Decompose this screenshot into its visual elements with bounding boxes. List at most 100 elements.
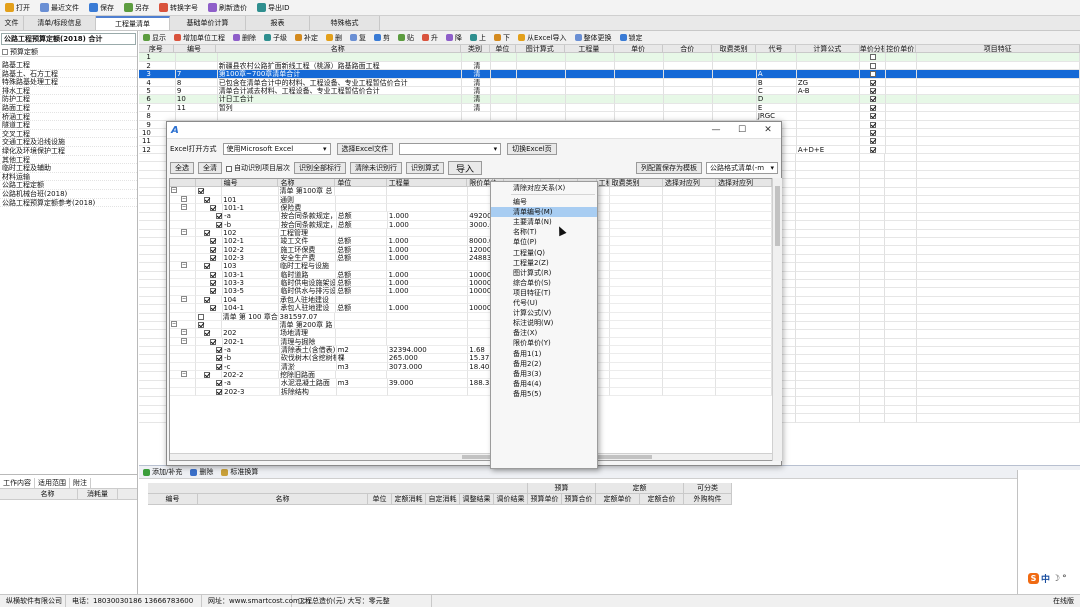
excel-preview-cell[interactable] [716, 295, 772, 305]
bill-grid-cell[interactable] [664, 70, 714, 79]
quota-grid-col-header[interactable]: 编号 [148, 494, 198, 505]
excel-preview-cell[interactable] [195, 220, 224, 230]
bill-grid-cell[interactable] [462, 112, 492, 121]
bill-grid-cell[interactable] [859, 196, 886, 205]
excel-preview-cell[interactable] [335, 320, 387, 330]
bill-grid-cell[interactable] [885, 288, 917, 297]
excel-preview-cell[interactable] [335, 370, 388, 380]
row-import-checkbox[interactable] [215, 213, 222, 220]
bill-grid-cell[interactable] [916, 305, 1080, 314]
excel-preview-cell[interactable] [716, 304, 772, 313]
excel-preview-cell[interactable]: 总额 [336, 220, 388, 230]
bill-grid-cell[interactable]: 8 [175, 78, 218, 87]
excel-preview-cell[interactable] [170, 245, 196, 255]
quota-chapter-item[interactable]: 临时工程及辅助 [0, 164, 137, 173]
bill-grid-cell[interactable] [885, 128, 917, 138]
excel-preview-cell[interactable] [663, 245, 717, 255]
excel-preview-cell[interactable]: 202-1 [222, 337, 280, 346]
row-import-checkbox[interactable] [197, 313, 204, 320]
excel-preview-cell[interactable] [195, 362, 224, 371]
bill-grid-cell[interactable] [664, 103, 714, 113]
excel-preview-cell[interactable] [663, 220, 717, 230]
excel-preview-col-header[interactable]: 编号 [221, 179, 279, 188]
bill-grid-cell[interactable] [491, 53, 517, 62]
bill-grid-cell[interactable] [859, 372, 886, 381]
row-import-checkbox[interactable] [215, 346, 222, 353]
excel-preview-cell[interactable]: 102 [222, 229, 279, 238]
excel-preview-cell[interactable]: − [170, 204, 196, 213]
grid-toolbar-move-down-button[interactable]: 下 [490, 31, 514, 45]
excel-preview-cell[interactable]: 103 [222, 262, 279, 271]
bill-grid-cell[interactable] [885, 237, 917, 247]
excel-preview-cell[interactable] [662, 262, 717, 271]
bill-grid-cell[interactable] [516, 112, 566, 121]
bill-grid-cell[interactable]: 暂列 [217, 103, 463, 113]
bill-grid-cell[interactable] [796, 330, 860, 339]
context-menu-item[interactable]: 清单编号(M) [491, 207, 597, 218]
excel-preview-cell[interactable] [195, 304, 223, 313]
bill-grid-cell[interactable] [859, 187, 886, 197]
bill-grid-cell[interactable] [916, 229, 1080, 238]
bill-grid-cell[interactable]: 1 [139, 53, 176, 62]
bill-grid-cell[interactable]: 清 [462, 95, 492, 104]
unit-price-analysis-checkbox[interactable] [870, 113, 877, 120]
excel-preview-col-header[interactable]: 工程量 [596, 179, 610, 188]
bill-grid-cell[interactable] [885, 405, 917, 415]
bill-grid-cell[interactable] [916, 86, 1080, 96]
excel-preview-cell[interactable] [221, 320, 279, 330]
bill-grid-cell[interactable] [796, 288, 860, 297]
excel-preview-col-header[interactable]: 选择对应列 [662, 179, 717, 188]
bill-grid-cell[interactable]: B [756, 78, 797, 87]
excel-preview-cell[interactable] [170, 379, 196, 388]
bill-grid-cell[interactable] [615, 78, 665, 87]
excel-preview-cell[interactable] [609, 270, 663, 280]
file-path-select[interactable]: ▾ [399, 143, 502, 155]
excel-preview-cell[interactable] [610, 345, 664, 355]
row-import-checkbox[interactable] [209, 305, 216, 312]
maximize-button[interactable]: ☐ [729, 122, 755, 138]
excel-preview-cell[interactable]: 101-1 [222, 204, 280, 213]
excel-preview-cell[interactable] [609, 195, 663, 205]
excel-preview-cell[interactable] [596, 245, 610, 255]
excel-preview-col-header[interactable]: 单位 [335, 179, 387, 188]
table-row[interactable]: − 202-2 挖除旧路面 [170, 370, 772, 380]
unit-price-analysis-checkbox[interactable] [870, 146, 877, 153]
excel-preview-cell[interactable]: 1.000 [387, 270, 469, 280]
bill-grid-cell[interactable] [796, 212, 860, 222]
excel-preview-cell[interactable] [716, 345, 772, 355]
bill-grid-cell[interactable] [796, 372, 860, 381]
excel-preview-cell[interactable] [663, 287, 717, 296]
excel-preview-cell[interactable] [170, 387, 196, 396]
context-menu-item[interactable]: 备用1(1) [491, 349, 597, 359]
quota-grid-col-header[interactable]: 调价结果 [494, 494, 528, 505]
bill-grid-cell[interactable] [916, 397, 1080, 406]
context-menu-item[interactable]: 图计算式(R) [491, 268, 597, 278]
context-menu-item[interactable]: 限价单价(Y) [491, 338, 597, 348]
table-row[interactable]: − 清单 第200章 路 [170, 320, 772, 330]
excel-preview-cell[interactable] [195, 329, 223, 338]
row-import-checkbox[interactable] [209, 246, 216, 253]
context-menu-item[interactable]: 备注(X) [491, 328, 597, 338]
excel-preview-cell[interactable] [716, 237, 772, 246]
bill-grid-cell[interactable] [664, 86, 714, 96]
excel-preview-col-header[interactable]: 取费类别 [609, 179, 663, 188]
bill-grid-cell[interactable] [566, 103, 616, 113]
excel-preview-cell[interactable]: 总额 [336, 254, 388, 263]
excel-preview-cell[interactable]: 清理与掘除 [279, 337, 337, 346]
excel-preview-cell[interactable] [387, 262, 468, 271]
excel-preview-cell[interactable] [716, 195, 772, 205]
quota-grid-col-header[interactable]: 预算单价 [528, 494, 562, 505]
excel-preview-cell[interactable]: 1.000 [387, 220, 469, 230]
bill-grid-cell[interactable] [916, 355, 1080, 364]
bill-grid-cell[interactable]: 清 [462, 86, 492, 96]
bill-grid-cell[interactable] [916, 170, 1080, 180]
bill-grid-cell[interactable] [566, 61, 616, 71]
excel-preview-cell[interactable] [170, 270, 196, 280]
excel-preview-cell[interactable] [195, 254, 223, 263]
bill-grid-cell[interactable] [516, 86, 566, 96]
excel-preview-cell[interactable]: − [170, 195, 196, 205]
bill-grid-cell[interactable] [860, 120, 886, 129]
bill-grid-cell[interactable] [859, 380, 886, 390]
table-row[interactable]: -a 清除表土(含借表) m2 32394.000 1.68 [170, 345, 772, 355]
excel-preview-cell[interactable]: 103-3 [222, 279, 280, 288]
